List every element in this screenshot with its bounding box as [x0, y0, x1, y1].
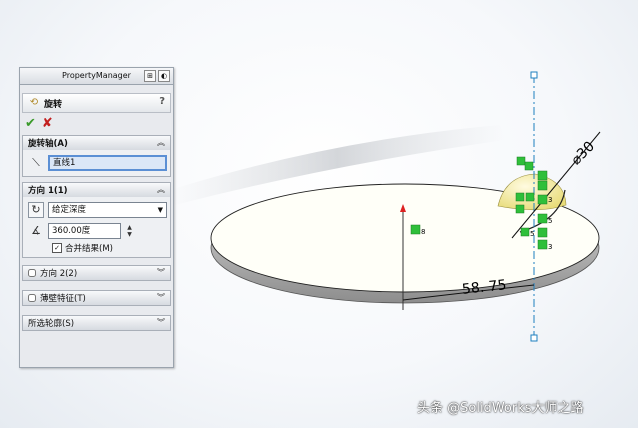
- thin-feature-header[interactable]: 薄壁特征(T) ︾: [23, 291, 170, 305]
- direction2-group: 方向 2(2) ︾: [22, 265, 171, 281]
- chevron-down-icon: ▼: [157, 206, 163, 214]
- feature-header: ⟲ 旋转 ?: [22, 93, 171, 113]
- selected-contours-group: 所选轮廓(S) ︾: [22, 315, 171, 331]
- merge-result-label: 合并结果(M): [65, 244, 113, 254]
- relation-marker: [520, 227, 530, 237]
- axis-line-icon: ⟍: [32, 156, 40, 169]
- thin-feature-checkbox[interactable]: [28, 294, 36, 302]
- relation-marker: [516, 156, 526, 166]
- relation-label: 5: [548, 217, 552, 225]
- relation-label: 3: [548, 196, 552, 204]
- angle-icon: ∡: [31, 224, 41, 237]
- merge-result-checkbox[interactable]: ✓ 合并结果(M): [28, 242, 167, 254]
- direction2-checkbox[interactable]: [28, 269, 36, 277]
- expand-icon[interactable]: ︾: [157, 266, 165, 280]
- relation-marker: [537, 194, 548, 205]
- collapse-icon[interactable]: ︽: [157, 183, 165, 197]
- relation-marker: [525, 192, 535, 202]
- relation-label: 8: [421, 228, 425, 236]
- selected-contours-header[interactable]: 所选轮廓(S) ︾: [23, 316, 170, 330]
- pin-icon[interactable]: ⊞: [144, 70, 156, 82]
- dim-diameter-text: ⌀30: [568, 139, 598, 169]
- angle-spinner[interactable]: ▲ ▼: [125, 224, 134, 238]
- relation-marker: [537, 227, 548, 238]
- ok-button[interactable]: ✔: [25, 116, 36, 131]
- expand-icon[interactable]: ︾: [157, 316, 165, 330]
- axis-handle-bottom: [530, 334, 538, 342]
- selected-contours-title: 所选轮廓(S): [28, 319, 75, 329]
- axis-group: 旋转轴(A) ︽ ⟍ 直线1: [22, 135, 171, 177]
- tab-menu-icon[interactable]: ◐: [158, 70, 170, 82]
- help-button[interactable]: ?: [159, 96, 165, 107]
- axis-handle-top: [530, 71, 538, 79]
- relation-marker: [410, 224, 421, 235]
- end-condition-select[interactable]: 给定深度 ▼: [48, 202, 167, 218]
- checkbox-checked-icon: ✓: [52, 243, 62, 253]
- thin-feature-group: 薄壁特征(T) ︾: [22, 290, 171, 306]
- direction2-header[interactable]: 方向 2(2) ︾: [23, 266, 170, 280]
- relation-marker: [537, 180, 548, 191]
- relation-marker: [537, 213, 548, 224]
- direction1-group: 方向 1(1) ︽ ↻ 给定深度 ▼ ∡ 360.00度 ▲ ▼ ✓ 合并结果(M…: [22, 182, 171, 258]
- ok-cancel-row: ✔ ✘: [20, 115, 173, 131]
- relation-label: 5: [530, 230, 534, 238]
- property-manager-tab[interactable]: PropertyManager ⊞ ◐: [20, 68, 173, 85]
- property-manager-panel: PropertyManager ⊞ ◐ ⟲ 旋转 ? ✔ ✘ 旋转轴(A) ︽ …: [19, 67, 174, 368]
- axis-group-title: 旋转轴(A): [28, 139, 68, 149]
- relation-marker: [524, 161, 534, 171]
- angle-input[interactable]: 360.00度: [48, 223, 121, 239]
- relation-marker: [515, 204, 525, 214]
- revolve-icon: ⟲: [29, 97, 39, 108]
- axis-selection-field[interactable]: 直线1: [48, 155, 167, 171]
- end-condition-value: 给定深度: [52, 205, 87, 215]
- relation-label: 3: [548, 243, 552, 251]
- property-manager-title: PropertyManager: [62, 71, 131, 80]
- direction2-title: 方向 2(2): [40, 269, 78, 279]
- relation-marker: [537, 170, 548, 181]
- direction1-header[interactable]: 方向 1(1) ︽: [23, 183, 170, 197]
- relation-marker: [515, 192, 525, 202]
- thin-feature-title: 薄壁特征(T): [40, 294, 86, 304]
- axis-group-header[interactable]: 旋转轴(A) ︽: [23, 136, 170, 150]
- collapse-icon[interactable]: ︽: [157, 136, 165, 150]
- reverse-direction-icon[interactable]: ↻: [28, 202, 44, 218]
- watermark: 头条 @SolidWorks大师之路: [417, 401, 584, 416]
- dome-shape: [497, 173, 567, 211]
- cancel-button[interactable]: ✘: [42, 116, 53, 131]
- feature-title: 旋转: [44, 99, 63, 110]
- expand-icon[interactable]: ︾: [157, 291, 165, 305]
- direction1-title: 方向 1(1): [28, 186, 68, 196]
- relation-marker: [537, 239, 548, 250]
